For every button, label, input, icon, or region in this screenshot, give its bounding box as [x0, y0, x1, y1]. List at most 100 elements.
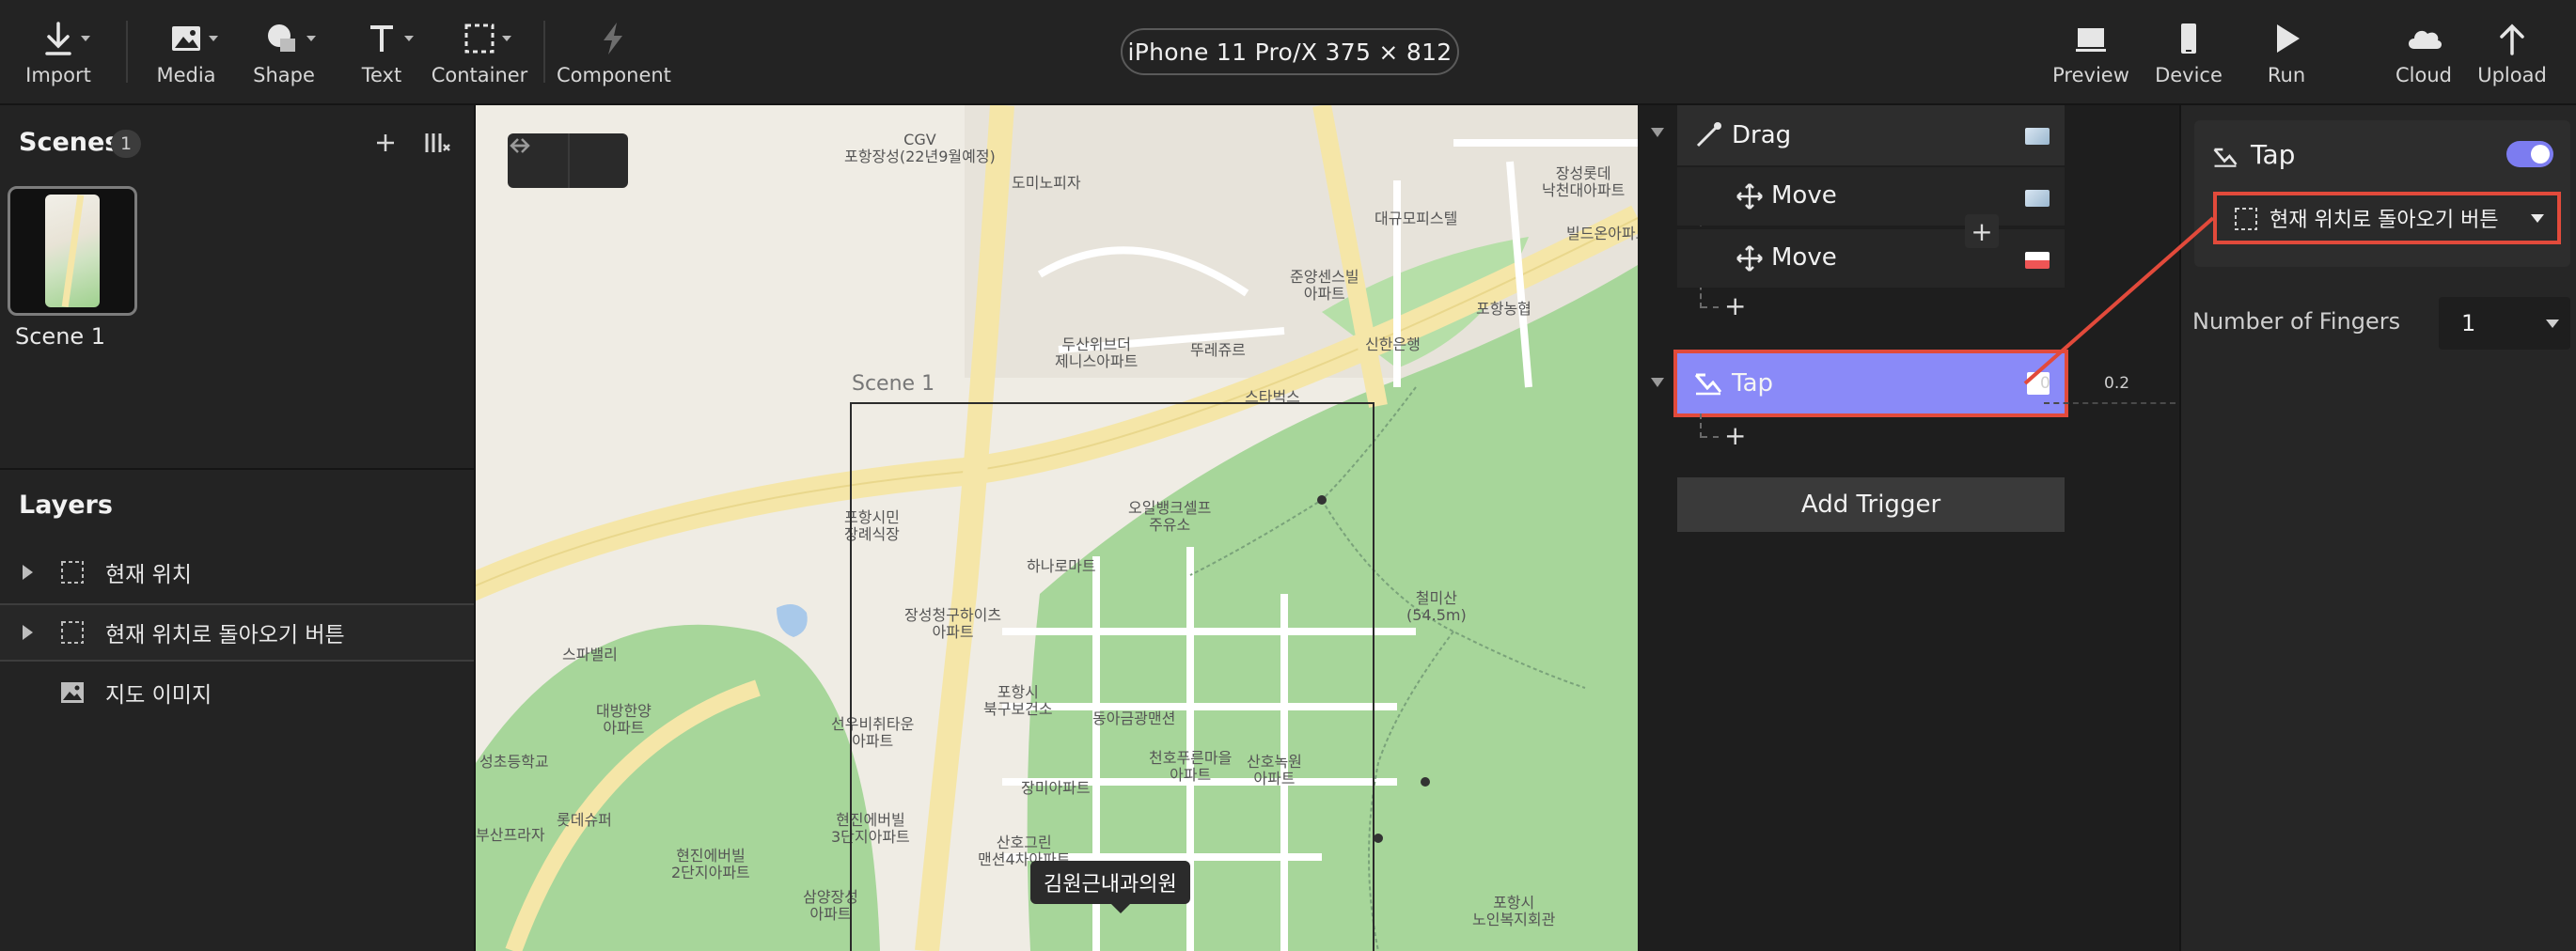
canvas-history-nav	[508, 133, 628, 188]
scene-thumbnail[interactable]	[8, 186, 137, 316]
map-label: 부산프라자	[476, 826, 545, 844]
upload-icon	[2500, 23, 2524, 55]
top-toolbar: Import Media Shape Text Container Compon…	[0, 0, 2576, 105]
collapse-arrow-icon[interactable]	[1651, 128, 1664, 137]
layer-label: 현재 위치로 돌아오기 버튼	[105, 623, 345, 647]
map-label: 스파밸리	[562, 646, 618, 663]
map-label: 두산위브더 제니스아파트	[1055, 335, 1139, 371]
upload-button[interactable]: Upload	[2456, 17, 2568, 86]
shape-button[interactable]: Shape	[228, 17, 340, 86]
cloud-icon	[2409, 30, 2442, 49]
add-scene-icon[interactable]	[372, 130, 399, 156]
component-button[interactable]: Component	[557, 17, 671, 86]
map-label: 신한은행	[1365, 335, 1421, 353]
response-row-move[interactable]: Move	[1677, 165, 2065, 226]
import-label: Import	[25, 64, 91, 86]
map-label: 도미노피자	[1012, 174, 1081, 192]
trigger-name: Tap	[2251, 139, 2296, 170]
add-response-button[interactable]: +	[1965, 214, 1999, 248]
image-icon	[61, 682, 84, 703]
expand-arrow-icon[interactable]	[23, 625, 33, 640]
collapse-arrow-icon[interactable]	[1651, 378, 1664, 387]
layer-thumbnail	[2025, 128, 2050, 145]
forward-button[interactable]	[511, 133, 628, 188]
import-button[interactable]: Import	[2, 17, 115, 86]
container-icon	[2235, 208, 2257, 230]
response-label: Move	[1771, 243, 1837, 272]
target-layer-select[interactable]: 현재 위치로 돌아오기 버튼	[2213, 192, 2561, 244]
trigger-label: Tap	[1732, 369, 1774, 398]
map-label: 현진에버빌 2단지아파트	[671, 847, 750, 882]
timeline-tick: 0	[2040, 374, 2050, 393]
map-label: 성초등학교	[479, 753, 549, 771]
drag-icon	[1696, 122, 1721, 148]
device-selector[interactable]: iPhone 11 Pro/X 375 × 812	[1121, 28, 1459, 75]
toolbar-divider	[543, 21, 545, 83]
run-button[interactable]: Run	[2230, 17, 2343, 86]
media-label: Media	[156, 64, 216, 86]
layer-thumbnail	[2025, 252, 2050, 269]
container-icon	[464, 23, 495, 54]
trigger-row-drag[interactable]: Drag	[1677, 105, 2065, 165]
device-button[interactable]: Device	[2132, 17, 2245, 86]
text-button[interactable]: Text	[325, 17, 438, 86]
move-icon	[1736, 245, 1763, 272]
layer-row-current-location[interactable]: 현재 위치	[0, 543, 474, 601]
add-response-icon[interactable]: +	[1724, 293, 1746, 320]
media-button[interactable]: Media	[130, 17, 243, 86]
container-button[interactable]: Container	[423, 17, 536, 86]
scene-label[interactable]: Scene 1	[15, 323, 105, 350]
map-label: 롯데슈퍼	[557, 811, 612, 829]
trigger-row-tap[interactable]: Tap	[1673, 350, 2068, 417]
scenes-title: Scenes	[19, 128, 120, 157]
image-icon	[172, 26, 200, 51]
map-label: 빌드온아파트	[1566, 225, 1638, 242]
scene-frame-label: Scene 1	[852, 372, 935, 396]
add-trigger-button[interactable]: Add Trigger	[1677, 477, 2065, 532]
layer-row-return-button[interactable]: 현재 위치로 돌아오기 버튼	[0, 603, 474, 662]
interaction-panel: Drag Move Move + + Tap + 0 0.2 Add Trigg…	[1638, 105, 2179, 951]
fingers-select[interactable]: 1	[2439, 297, 2570, 350]
tree-connector	[1702, 306, 1719, 308]
timeline-ruler	[2044, 402, 2175, 404]
toolbar-divider	[126, 21, 128, 83]
layer-row-map-image[interactable]: 지도 이미지	[0, 663, 474, 722]
map-label: 뚜레쥬르	[1190, 341, 1246, 359]
target-layer-label: 현재 위치로 돌아오기 버튼	[2270, 209, 2499, 232]
import-icon	[45, 22, 71, 55]
map-label: 대방한양 아파트	[596, 702, 652, 738]
layer-label: 현재 위치	[105, 563, 192, 587]
tap-icon	[1694, 373, 1722, 396]
trigger-enabled-toggle[interactable]	[2506, 141, 2553, 167]
preview-button[interactable]: Preview	[2034, 17, 2147, 86]
panel-divider	[0, 468, 474, 470]
play-icon	[2277, 24, 2300, 53]
trigger-label: Drag	[1732, 121, 1792, 149]
scene-layout-icon[interactable]	[423, 130, 453, 158]
shape-icon	[268, 24, 295, 52]
move-icon	[1736, 183, 1763, 210]
container-label: Container	[431, 64, 528, 86]
tap-icon	[2213, 148, 2238, 167]
scene-thumbnail-image	[45, 195, 100, 307]
arrow-right-icon	[511, 138, 530, 153]
preview-label: Preview	[2052, 64, 2129, 86]
phone-icon	[2181, 23, 2196, 54]
run-label: Run	[2267, 64, 2306, 86]
expand-arrow-icon[interactable]	[23, 565, 33, 580]
chevron-down-icon	[2546, 320, 2559, 328]
properties-panel: Tap 현재 위치로 돌아오기 버튼 Number of Fingers 1	[2179, 105, 2576, 951]
timeline-tick: 0.2	[2104, 374, 2130, 393]
add-response-icon[interactable]: +	[1724, 423, 1746, 449]
canvas[interactable]: CGV 포항장성(22년9월예정) 도미노피자 장성롯데 낙천대아파트 대규모피…	[476, 105, 1638, 951]
response-row-move[interactable]: Move	[1677, 227, 2065, 288]
map-label: 준양센스빌 아파트	[1290, 268, 1359, 304]
preview-icon	[2076, 28, 2106, 52]
map-label: 철미산 (54.5m)	[1406, 589, 1467, 625]
layer-label: 지도 이미지	[105, 683, 212, 708]
left-panel: Scenes 1 Scene 1 Layers 현재 위치 현재 위치로 돌아오…	[0, 105, 476, 951]
fingers-value: 1	[2461, 310, 2476, 336]
scenes-count-badge: 1	[111, 130, 141, 158]
container-icon	[61, 561, 84, 584]
layer-thumbnail	[2025, 190, 2050, 207]
